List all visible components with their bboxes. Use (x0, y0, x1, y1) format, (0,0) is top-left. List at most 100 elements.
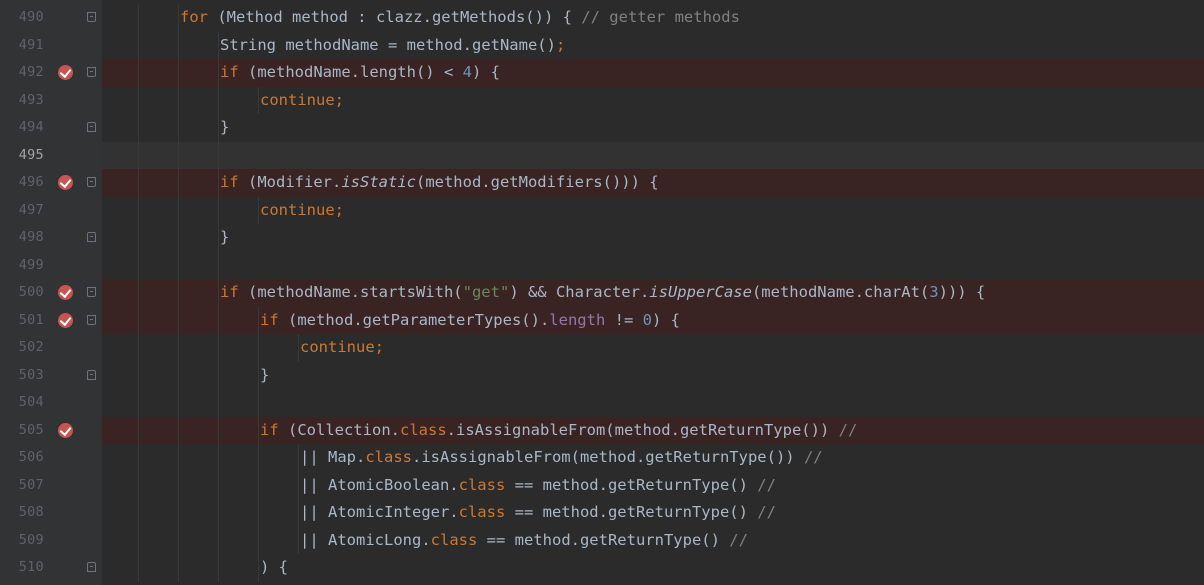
code-line[interactable]: 507 || AtomicBoolean.class == method.getR… (0, 471, 1204, 500)
code-area[interactable] (102, 389, 1204, 417)
line-number[interactable]: 499 (0, 252, 44, 280)
line-number[interactable]: 507 (0, 472, 44, 500)
fold-collapse-icon[interactable] (87, 562, 96, 572)
code-text[interactable]: || AtomicLong.class == method.getReturnT… (300, 527, 748, 555)
code-line[interactable]: 492 if (methodName.length() < 4) { (0, 59, 1204, 87)
code-area[interactable]: if (Modifier.isStatic(method.getModifier… (102, 169, 1204, 197)
code-text[interactable]: if (method.getParameterTypes().length !=… (260, 307, 680, 335)
code-line[interactable]: 493 continue; (0, 86, 1204, 115)
code-area[interactable] (102, 141, 1204, 169)
code-line[interactable]: 503} (0, 361, 1204, 390)
line-number[interactable]: 503 (0, 362, 44, 390)
code-area[interactable]: String methodName = method.getName(); (102, 31, 1204, 60)
code-line[interactable]: 502 continue; (0, 334, 1204, 362)
code-line[interactable]: 506 || Map.class.isAssignableFrom(method.… (0, 444, 1204, 472)
code-area[interactable]: if (Collection.class.isAssignableFrom(me… (102, 416, 1204, 445)
code-line[interactable]: 496 if (Modifier.isStatic(method.getModif… (0, 169, 1204, 197)
code-area[interactable]: if (method.getParameterTypes().length !=… (102, 306, 1204, 335)
code-area[interactable]: || AtomicLong.class == method.getReturnT… (102, 526, 1204, 555)
code-text[interactable]: if (Collection.class.isAssignableFrom(me… (260, 417, 857, 445)
line-number[interactable]: 491 (0, 32, 44, 60)
code-area[interactable] (102, 251, 1204, 279)
code-line[interactable]: 510 ) { (0, 554, 1204, 582)
line-number[interactable]: 497 (0, 197, 44, 225)
code-text[interactable]: String methodName = method.getName(); (220, 32, 565, 60)
code-area[interactable]: if (methodName.startsWith("get") && Char… (102, 279, 1204, 307)
line-number[interactable]: 490 (0, 4, 44, 32)
indent-guide (178, 224, 179, 252)
fold-collapse-icon[interactable] (87, 122, 96, 132)
fold-expand-icon[interactable] (87, 287, 96, 297)
indent-guide (178, 526, 179, 554)
line-number[interactable]: 504 (0, 389, 44, 417)
code-token: class (365, 448, 412, 466)
line-number[interactable]: 500 (0, 279, 44, 307)
code-text[interactable]: continue; (300, 334, 384, 362)
code-line[interactable]: 509 || AtomicLong.class == method.getRetu… (0, 526, 1204, 555)
breakpoint-icon[interactable] (58, 312, 73, 328)
code-area[interactable]: continue; (102, 196, 1204, 225)
line-number[interactable]: 494 (0, 114, 44, 142)
code-line[interactable]: 501 if (method.getParameterTypes().length… (0, 306, 1204, 335)
code-line[interactable]: 500 if (methodName.startsWith("get") && C… (0, 279, 1204, 307)
code-line[interactable]: 494} (0, 114, 1204, 142)
breakpoint-icon[interactable] (58, 422, 73, 438)
line-number[interactable]: 506 (0, 444, 44, 472)
code-area[interactable]: || Map.class.isAssignableFrom(method.get… (102, 444, 1204, 472)
code-line[interactable]: 497 continue; (0, 196, 1204, 225)
line-number[interactable]: 505 (0, 416, 44, 444)
code-text[interactable]: for (Method method : clazz.getMethods())… (180, 4, 740, 32)
code-area[interactable]: continue; (102, 86, 1204, 115)
code-text[interactable]: || AtomicInteger.class == method.getRetu… (300, 499, 776, 527)
fold-expand-icon[interactable] (87, 314, 96, 325)
indent-guide (178, 334, 179, 362)
code-area[interactable]: } (102, 224, 1204, 252)
code-area[interactable]: if (methodName.length() < 4) { (102, 59, 1204, 87)
code-area[interactable]: || AtomicBoolean.class == method.getRetu… (102, 471, 1204, 500)
code-line[interactable]: 491 String methodName = method.getName(); (0, 31, 1204, 60)
line-number[interactable]: 510 (0, 554, 44, 582)
code-text[interactable]: continue; (260, 87, 344, 115)
line-number[interactable]: 502 (0, 334, 44, 362)
code-text[interactable]: } (260, 362, 269, 390)
code-line[interactable]: 495 (0, 141, 1204, 170)
code-text[interactable]: if (Modifier.isStatic(method.getModifier… (220, 169, 659, 197)
fold-expand-icon[interactable] (87, 177, 96, 187)
code-text[interactable]: if (methodName.length() < 4) { (220, 59, 500, 87)
code-text[interactable]: } (220, 114, 229, 142)
code-text[interactable]: || Map.class.isAssignableFrom(method.get… (300, 444, 823, 472)
fold-collapse-icon[interactable] (87, 369, 96, 380)
code-line[interactable]: 505 if (Collection.class.isAssignableFrom… (0, 416, 1204, 445)
code-text[interactable]: if (methodName.startsWith("get") && Char… (220, 279, 985, 307)
line-number[interactable]: 495 (0, 142, 44, 170)
code-text[interactable]: ) { (260, 554, 288, 582)
code-editor[interactable]: 490 for (Method method : clazz.getMethods… (0, 0, 1204, 585)
code-line[interactable]: 490 for (Method method : clazz.getMethods… (0, 4, 1204, 32)
line-number[interactable]: 493 (0, 87, 44, 115)
code-area[interactable]: ) { (102, 554, 1204, 582)
fold-expand-icon[interactable] (87, 67, 96, 77)
fold-collapse-icon[interactable] (87, 232, 96, 242)
code-line[interactable]: 508 || AtomicInteger.class == method.getR… (0, 499, 1204, 527)
line-number[interactable]: 498 (0, 224, 44, 252)
line-number[interactable]: 509 (0, 527, 44, 555)
line-number[interactable]: 492 (0, 59, 44, 87)
breakpoint-icon[interactable] (58, 175, 73, 190)
code-text[interactable]: continue; (260, 197, 344, 225)
code-text[interactable]: } (220, 224, 229, 252)
code-area[interactable]: for (Method method : clazz.getMethods())… (102, 4, 1204, 32)
code-text[interactable]: || AtomicBoolean.class == method.getRetu… (300, 472, 776, 500)
fold-expand-icon[interactable] (87, 12, 96, 22)
code-area[interactable]: } (102, 114, 1204, 142)
code-area[interactable]: } (102, 361, 1204, 390)
line-number[interactable]: 496 (0, 169, 44, 197)
code-line[interactable]: 504 (0, 389, 1204, 417)
code-line[interactable]: 499 (0, 251, 1204, 280)
line-number[interactable]: 508 (0, 499, 44, 527)
line-number[interactable]: 501 (0, 306, 44, 334)
code-area[interactable]: || AtomicInteger.class == method.getRetu… (102, 499, 1204, 527)
breakpoint-icon[interactable] (58, 65, 73, 80)
breakpoint-icon[interactable] (58, 285, 73, 300)
code-line[interactable]: 498} (0, 224, 1204, 252)
code-area[interactable]: continue; (102, 334, 1204, 362)
